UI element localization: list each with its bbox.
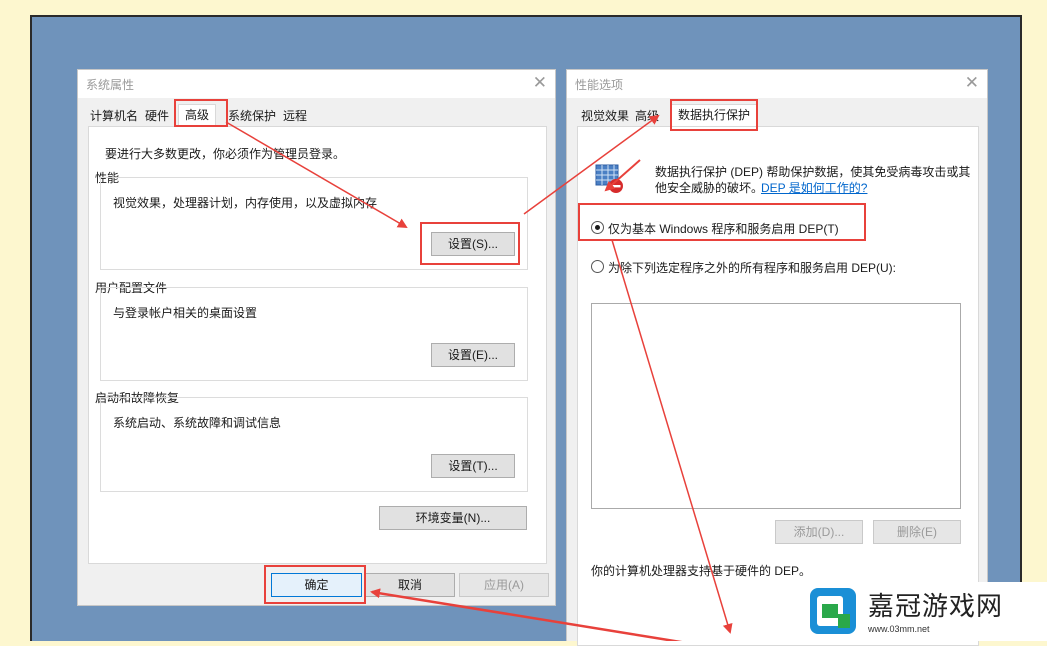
startup-recovery-settings-button[interactable]: 设置(T)...: [431, 454, 515, 478]
title-bar: 系统属性 ✕: [78, 70, 555, 98]
system-properties-dialog: 系统属性 ✕ 计算机名 硬件 高级 系统保护 远程 要进行大多数更改，你必须作为…: [77, 69, 556, 606]
remove-button[interactable]: 删除(E): [873, 520, 961, 544]
close-icon[interactable]: ✕: [965, 73, 979, 93]
startup-recovery-desc: 系统启动、系统故障和调试信息: [113, 416, 282, 430]
logo-url: www.03mm.net: [868, 624, 930, 634]
tab-hardware[interactable]: 硬件: [143, 106, 171, 126]
add-button[interactable]: 添加(D)...: [775, 520, 863, 544]
user-profiles-desc: 与登录帐户相关的桌面设置: [113, 306, 258, 320]
environment-variables-button[interactable]: 环境变量(N)...: [379, 506, 527, 530]
cancel-button[interactable]: 取消: [365, 573, 455, 597]
dialog-title: 性能选项: [575, 78, 624, 92]
performance-options-dialog: 性能选项 ✕ 视觉效果 高级 数据执行保护 数据执行保护 (DEP) 帮助保护数…: [566, 69, 988, 646]
tab-remote[interactable]: 远程: [281, 106, 309, 126]
performance-group: 视觉效果，处理器计划，内存使用，以及虚拟内存 设置(S)...: [100, 177, 528, 270]
user-profiles-settings-button[interactable]: 设置(E)...: [431, 343, 515, 367]
advanced-panel: 要进行大多数更改，你必须作为管理员登录。 性能 视觉效果，处理器计划，内存使用，…: [88, 126, 547, 564]
tab-system-protection[interactable]: 系统保护: [226, 106, 278, 126]
dep-description-line1: 数据执行保护 (DEP) 帮助保护数据，使其免受病毒攻击或其: [655, 165, 971, 179]
user-profiles-group: 与登录帐户相关的桌面设置 设置(E)...: [100, 287, 528, 381]
tab-visual-effects[interactable]: 视觉效果: [579, 106, 631, 126]
admin-note: 要进行大多数更改，你必须作为管理员登录。: [105, 147, 346, 161]
logo-name: 嘉冠游戏网: [868, 592, 1004, 622]
dep-support-text: 你的计算机处理器支持基于硬件的 DEP。: [591, 564, 812, 578]
startup-recovery-group: 系统启动、系统故障和调试信息 设置(T)...: [100, 397, 528, 492]
title-bar: 性能选项 ✕: [567, 70, 987, 98]
tab-advanced[interactable]: 高级: [178, 104, 217, 127]
close-icon[interactable]: ✕: [533, 73, 547, 93]
dep-option-essential-label[interactable]: 仅为基本 Windows 程序和服务启用 DEP(T): [608, 220, 839, 237]
program-list[interactable]: [591, 303, 961, 509]
tab-computer-name[interactable]: 计算机名: [88, 106, 140, 126]
dialog-title: 系统属性: [86, 78, 135, 92]
performance-settings-button[interactable]: 设置(S)...: [431, 232, 515, 256]
ok-button[interactable]: 确定: [271, 573, 362, 597]
dep-description-line2: 他安全威胁的破坏。: [655, 181, 764, 195]
dep-option-all-label[interactable]: 为除下列选定程序之外的所有程序和服务启用 DEP(U):: [608, 259, 896, 276]
apply-button[interactable]: 应用(A): [459, 573, 549, 597]
logo-icon: [810, 588, 856, 634]
dep-option-essential-radio[interactable]: [591, 221, 604, 234]
watermark-logo: 嘉冠游戏网 www.03mm.net: [802, 582, 1047, 641]
dep-panel: 数据执行保护 (DEP) 帮助保护数据，使其免受病毒攻击或其 他安全威胁的破坏。…: [577, 126, 979, 646]
tab-dep[interactable]: 数据执行保护: [671, 104, 758, 127]
performance-desc: 视觉效果，处理器计划，内存使用，以及虚拟内存: [113, 196, 378, 210]
dep-option-all-radio[interactable]: [591, 260, 604, 273]
tab-advanced[interactable]: 高级: [633, 106, 661, 126]
dep-shield-icon: [595, 164, 623, 193]
dep-help-link[interactable]: DEP 是如何工作的?: [761, 179, 867, 196]
